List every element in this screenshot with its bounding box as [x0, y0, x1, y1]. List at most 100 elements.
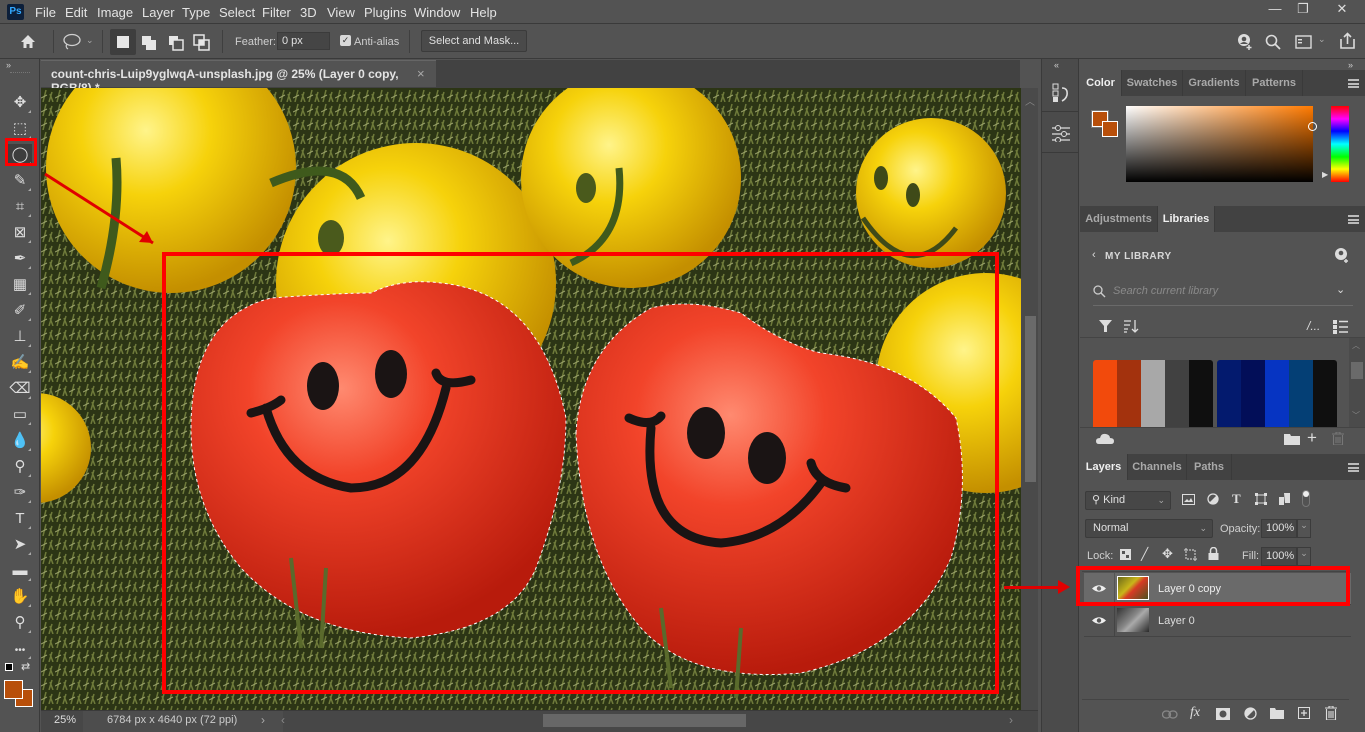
color-picker-field[interactable] [1126, 106, 1317, 182]
layers-panel-menu-icon[interactable] [1348, 463, 1359, 472]
layer-name[interactable]: Layer 0 [1158, 615, 1195, 627]
libraries-panel-menu-icon[interactable] [1348, 215, 1359, 224]
history-brush-tool[interactable]: ✍ [8, 352, 32, 374]
brush-tool[interactable]: ✐ [8, 300, 32, 322]
expand-panels-icon[interactable]: « [1054, 60, 1059, 70]
library-delete-icon[interactable] [1332, 432, 1344, 445]
library-scroll-thumb[interactable] [1351, 362, 1363, 379]
intersect-selection-icon[interactable] [193, 34, 210, 51]
zoom-level[interactable]: 25% [54, 714, 76, 726]
collapse-panels-icon[interactable]: » [1348, 60, 1353, 70]
new-adjustment-layer-icon[interactable] [1244, 707, 1257, 720]
color-picker-handle[interactable] [1308, 122, 1317, 131]
new-selection-button[interactable] [110, 29, 136, 55]
lock-image-pixels-icon[interactable]: ╱ [1141, 547, 1148, 561]
dodge-tool[interactable]: ⚲ [8, 456, 32, 478]
document-tab[interactable]: count-chris-Luip9yglwqA-unsplash.jpg @ 2… [41, 60, 436, 95]
horizontal-scroll-thumb[interactable] [543, 714, 746, 727]
tab-patterns[interactable]: Patterns [1246, 70, 1303, 96]
adjustment-filter-icon[interactable] [1207, 493, 1219, 505]
subtract-from-selection-icon[interactable] [168, 35, 184, 51]
hue-slider-handle[interactable]: ▶ [1322, 170, 1328, 179]
opacity-slider-toggle[interactable]: ⌄ [1297, 519, 1311, 538]
feather-input[interactable]: 0 px [277, 32, 330, 50]
healing-brush-tool[interactable]: ▦ [8, 274, 32, 296]
edit-toolbar[interactable]: ••• [8, 638, 32, 660]
foreground-color-swatch[interactable] [4, 680, 23, 699]
move-tool[interactable]: ✥ [8, 92, 32, 114]
folder-icon[interactable] [1284, 433, 1300, 445]
menu-filter[interactable]: Filter [262, 5, 291, 20]
new-layer-icon[interactable] [1298, 707, 1310, 719]
workspace-icon[interactable] [1295, 35, 1312, 49]
status-expand-icon[interactable]: › [261, 713, 265, 727]
collapse-toolbar-icon[interactable]: » [6, 60, 11, 70]
library-scrollbar[interactable]: ︿ ﹀ [1349, 338, 1365, 427]
scroll-right-icon[interactable]: › [1009, 713, 1013, 727]
menu-image[interactable]: Image [97, 5, 133, 20]
back-icon[interactable]: ‹ [1092, 249, 1096, 261]
lasso-icon[interactable] [62, 33, 82, 51]
eyedropper-tool[interactable]: ✒ [8, 248, 32, 270]
color-panel-menu-icon[interactable] [1348, 79, 1359, 88]
layer-row[interactable]: Layer 0 [1084, 605, 1351, 637]
quick-selection-tool[interactable]: ✎ [8, 170, 32, 192]
new-group-icon[interactable] [1270, 708, 1284, 719]
list-view-icon[interactable] [1333, 320, 1348, 334]
menu-type[interactable]: Type [182, 5, 210, 20]
pen-tool[interactable]: ✑ [8, 482, 32, 504]
menu-window[interactable]: Window [414, 5, 460, 20]
add-mask-icon[interactable] [1216, 708, 1230, 720]
hue-slider[interactable] [1331, 106, 1349, 182]
scroll-up-icon[interactable]: ︿ [1025, 93, 1035, 108]
home-icon[interactable] [20, 34, 36, 49]
restore-button[interactable]: ❐ [1289, 0, 1317, 18]
menu-layer[interactable]: Layer [142, 5, 175, 20]
opacity-input[interactable]: 100% [1261, 519, 1297, 538]
add-element-icon[interactable]: + [1307, 428, 1317, 448]
clone-stamp-tool[interactable]: ⊥ [8, 326, 32, 348]
library-name[interactable]: MY LIBRARY [1105, 251, 1172, 262]
zoom-tool[interactable]: ⚲ [8, 612, 32, 634]
path-selection-tool[interactable]: ➤ [8, 534, 32, 556]
lock-position-icon[interactable]: ✥ [1162, 546, 1173, 562]
history-icon[interactable] [1052, 83, 1070, 103]
document-canvas[interactable] [41, 88, 1021, 710]
search-icon[interactable] [1265, 34, 1281, 50]
tab-libraries[interactable]: Libraries [1158, 206, 1215, 232]
workspace-chevron-icon[interactable]: ⌄ [1318, 34, 1326, 45]
shape-filter-icon[interactable] [1255, 493, 1267, 505]
crop-tool[interactable]: ⌗ [8, 196, 32, 218]
blur-tool[interactable]: 💧 [8, 430, 32, 452]
default-colors-icon[interactable] [5, 663, 13, 671]
vertical-scrollbar[interactable]: ︿ [1021, 88, 1038, 710]
pixel-filter-icon[interactable] [1182, 494, 1195, 505]
anti-alias-checkbox[interactable]: ✓ [340, 35, 351, 46]
link-layers-icon[interactable] [1162, 710, 1178, 719]
filter-icon[interactable] [1099, 320, 1112, 332]
cloud-icon[interactable] [1096, 433, 1114, 444]
lock-all-icon[interactable] [1208, 547, 1219, 560]
frame-tool[interactable]: ⊠ [8, 222, 32, 244]
gradient-tool[interactable]: ▭ [8, 404, 32, 426]
library-scroll-up-icon[interactable]: ︿ [1352, 340, 1360, 351]
vertical-scroll-thumb[interactable] [1025, 316, 1036, 482]
document-info[interactable]: 6784 px x 4640 px (72 ppi) [107, 714, 237, 726]
eraser-tool[interactable]: ⌫ [8, 378, 32, 400]
select-and-mask-button[interactable]: Select and Mask... [421, 30, 527, 52]
marquee-tool[interactable]: ⬚ [8, 118, 32, 140]
layer-fx-icon[interactable]: fx [1190, 705, 1200, 721]
type-tool[interactable]: T [8, 508, 32, 530]
color-panel-background[interactable] [1102, 121, 1118, 137]
close-tab-icon[interactable]: × [417, 66, 425, 81]
tab-color[interactable]: Color [1080, 70, 1122, 96]
tab-gradients[interactable]: Gradients [1183, 70, 1246, 96]
tab-swatches[interactable]: Swatches [1122, 70, 1183, 96]
properties-adjust-icon[interactable] [1051, 125, 1071, 142]
menu-help[interactable]: Help [470, 5, 497, 20]
color-theme-swatch[interactable] [1217, 360, 1337, 427]
tab-adjustments[interactable]: Adjustments [1080, 206, 1158, 232]
share-user-icon[interactable] [1236, 33, 1254, 51]
tab-paths[interactable]: Paths [1187, 454, 1232, 480]
menu-view[interactable]: View [327, 5, 355, 20]
